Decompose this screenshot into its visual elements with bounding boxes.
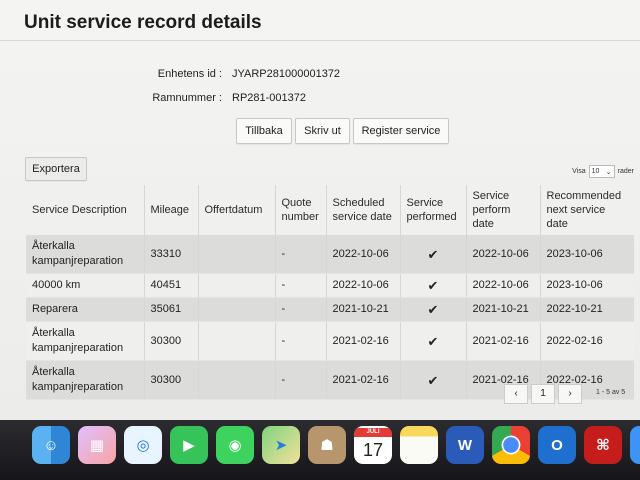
table-cell: 33310 [144,235,199,274]
check-icon: ✔ [400,273,467,298]
safari-icon[interactable]: ◎ [124,426,162,464]
calendar-day: 17 [362,439,384,460]
mail-icon[interactable]: ✉ [630,426,640,464]
dock: ☺ ▦ ◎ ▶ ◉ ➤ ☗ JULI 17 W O ⌘ ✉ [32,426,640,464]
pagination-info: 1 - 5 av 5 [596,389,626,396]
contacts-icon[interactable]: ☗ [308,426,346,464]
table-cell [198,297,276,322]
title-divider [0,40,640,41]
pagination: ‹ 1 › [504,384,582,404]
check-icon: ✔ [400,235,467,274]
table-cell: 2023-10-06 [540,235,634,274]
service-records-table: Service Description Mileage Offertdatum … [26,185,634,400]
table-cell: 30300 [144,321,199,361]
notes-icon[interactable] [400,426,438,464]
table-cell: 2021-10-21 [466,297,541,322]
show-label: Visa [572,168,586,175]
table-cell: 35061 [144,297,199,322]
table-cell: 2023-10-06 [540,273,634,298]
next-page-button[interactable]: › [558,384,582,404]
table-cell: - [275,321,327,361]
table-cell [198,273,276,298]
messages-icon[interactable]: ◉ [216,426,254,464]
column-header[interactable]: Service performed [400,185,467,235]
table-header-row: Service Description Mileage Offertdatum … [26,185,634,235]
facetime-icon[interactable]: ▶ [170,426,208,464]
table-cell: Återkalla kampanjreparation [26,321,145,361]
check-icon: ✔ [400,297,467,322]
table-cell: 2022-10-21 [540,297,634,322]
maps-icon[interactable]: ➤ [262,426,300,464]
table-cell: 2022-10-06 [466,235,541,274]
table-cell: 2021-10-21 [326,297,401,322]
table-cell: 40451 [144,273,199,298]
table-cell: 2022-10-06 [326,235,401,274]
outlook-icon[interactable]: O [538,426,576,464]
table-cell [198,321,276,361]
back-button[interactable]: Tillbaka [236,118,292,144]
calendar-icon[interactable]: JULI 17 [354,426,392,464]
table-cell: 30300 [144,360,199,400]
column-header[interactable]: Offertdatum [198,185,276,235]
table-row[interactable]: 40000 km 40451-2022-10-06 ✔ 2022-10-06 2023-… [26,273,634,298]
frame-number-label: Ramnummer : [152,92,222,104]
unit-id-value: JYARP281000001372 [232,68,341,80]
rows-label: rader [617,168,634,175]
chrome-icon[interactable] [492,426,530,464]
column-header[interactable]: Mileage [144,185,199,235]
launchpad-icon[interactable]: ▦ [78,426,116,464]
chevron-down-icon: ⌄ [605,168,612,176]
page-size-value: 10 [591,168,600,175]
word-icon[interactable]: W [446,426,484,464]
export-button[interactable]: Exportera [25,157,87,181]
table-cell [198,360,276,400]
table-row[interactable]: Reparera 35061-2021-10-21 ✔ 2021-10-21 2022-… [26,297,634,322]
check-icon: ✔ [400,360,467,400]
table-cell: - [275,273,327,298]
table-cell: - [275,360,327,400]
column-header[interactable]: Service perform date [466,185,541,235]
table-row[interactable]: Återkalla kampanjreparation 33310-2022-10… [26,235,634,274]
register-service-button[interactable]: Register service [353,118,449,144]
table-cell: 2022-02-16 [540,321,634,361]
table-cell: - [275,235,327,274]
page-1-button[interactable]: 1 [531,384,555,404]
print-button[interactable]: Skriv ut [295,118,350,144]
page-title: Unit service record details [24,12,262,33]
table-cell: Reparera [26,297,145,322]
prev-page-button[interactable]: ‹ [504,384,528,404]
table-cell: Återkalla kampanjreparation [26,235,145,274]
table-cell: 2022-10-06 [466,273,541,298]
acrobat-icon[interactable]: ⌘ [584,426,622,464]
table-cell: 2021-02-16 [466,321,541,361]
table-cell: 2022-10-06 [326,273,401,298]
column-header[interactable]: Service Description [26,185,145,235]
unit-id-label: Enhetens id : [157,68,222,80]
table-cell: 2021-02-16 [326,360,401,400]
column-header[interactable]: Recommended next service date [540,185,634,235]
browser-page: Unit service record details Enhetens id … [0,0,640,420]
table-row[interactable]: Återkalla kampanjreparation 30300-2021-02… [26,321,634,361]
table-cell: 2021-02-16 [326,321,401,361]
table-cell: Återkalla kampanjreparation [26,360,145,400]
column-header[interactable]: Scheduled service date [326,185,401,235]
calendar-month: JULI [354,427,392,437]
column-header[interactable]: Quote number [275,185,327,235]
page-size-select[interactable]: 10 ⌄ [588,165,615,178]
table-cell: - [275,297,327,322]
check-icon: ✔ [400,321,467,361]
table-cell: 40000 km [26,273,145,298]
table-cell [198,235,276,274]
finder-icon[interactable]: ☺ [32,426,70,464]
frame-number-value: RP281-001372 [232,92,307,104]
page-size-control: Visa 10 ⌄ rader [572,165,634,178]
